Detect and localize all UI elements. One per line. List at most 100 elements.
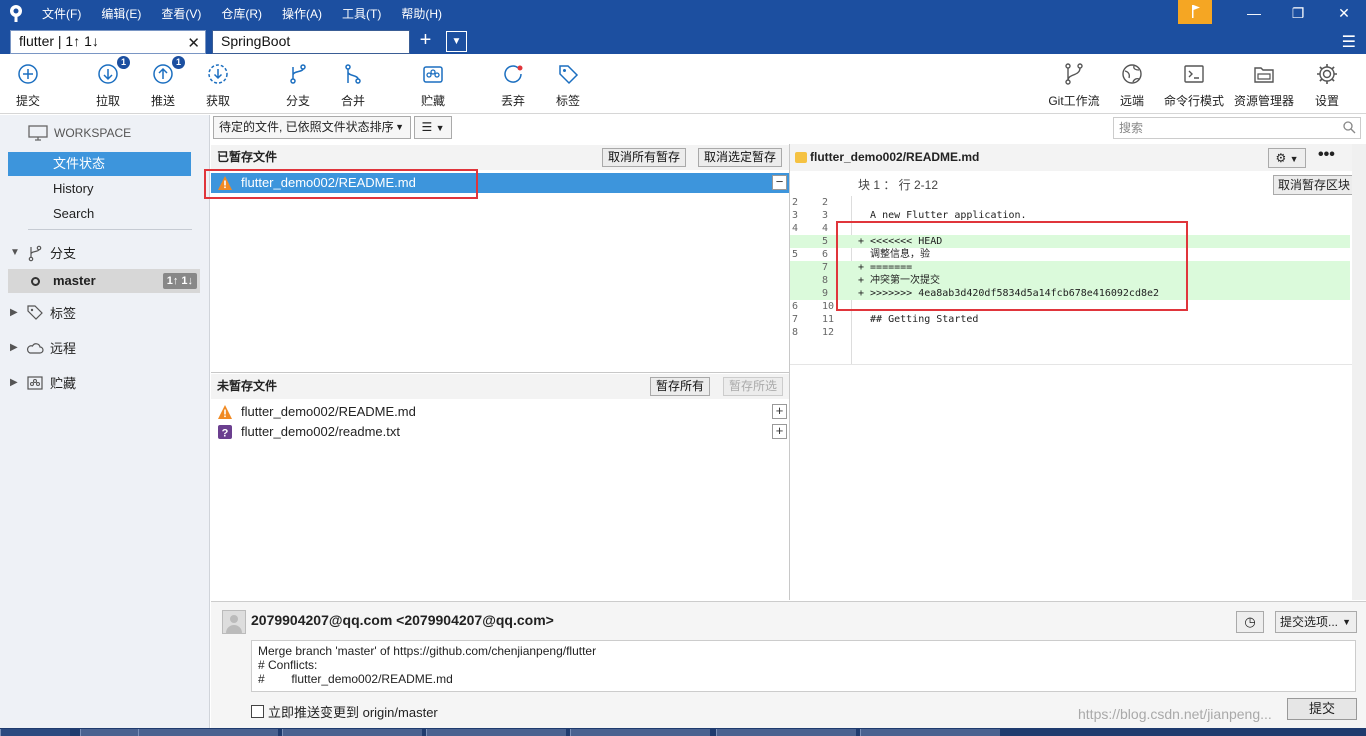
avatar [222, 610, 246, 634]
sidebar-item-search[interactable]: Search [8, 202, 191, 226]
menu-edit[interactable]: 编辑(E) [101, 5, 141, 22]
taskbar-item[interactable] [138, 729, 278, 736]
tab-springboot[interactable]: SpringBoot [212, 30, 410, 54]
unstage-selected-button[interactable]: 取消选定暂存 [698, 148, 783, 167]
hamburger-menu-icon[interactable]: ☰ [1342, 32, 1356, 52]
diff-context-line[interactable]: 5 6 调整信息，验 [790, 248, 1350, 261]
diff-line-text: + >>>>>>> 4ea8ab3d420df5834d5a14fcb678e4… [858, 288, 1160, 299]
menu-help[interactable]: 帮助(H) [401, 5, 442, 22]
commit-author: 2079904207@qq.com <2079904207@qq.com> [251, 612, 554, 628]
minimize-button[interactable]: — [1232, 0, 1276, 26]
old-line-number: 5 [792, 249, 799, 260]
gitflow-button[interactable]: Git工作流 [1042, 62, 1106, 109]
menu-view[interactable]: 查看(V) [161, 5, 201, 22]
remote-button[interactable]: 远端 [1102, 62, 1162, 109]
stage-all-button[interactable]: 暂存所有 [650, 377, 711, 396]
filter-value: 待定的文件, 已依照文件状态排序 [219, 120, 394, 134]
unstage-hunk-button[interactable]: 取消暂存区块 [1273, 175, 1356, 195]
chevron-down-icon: ▼ [1342, 617, 1351, 627]
sidebar-section-branches[interactable]: ▼ 分支 [10, 243, 76, 262]
submit-commit-button[interactable]: 提交 [1287, 698, 1357, 720]
settings-label: 设置 [1314, 94, 1339, 108]
tab-flutter[interactable]: flutter | 1↑ 1↓ ✕ [10, 30, 206, 54]
diff-context-line[interactable]: 6 10 [790, 300, 1350, 313]
diff-scrollbar[interactable] [1352, 144, 1366, 600]
taskbar-item[interactable] [860, 729, 1000, 736]
maximize-button[interactable]: ❐ [1276, 0, 1320, 26]
unstage-all-button[interactable]: 取消所有暂存 [602, 148, 687, 167]
diff-context-line[interactable]: 8 12 [790, 326, 1350, 339]
stage-selected-button[interactable]: 暂存所选 [723, 377, 784, 396]
stage-file-button[interactable]: + [772, 404, 787, 419]
new-tab-button[interactable]: + [415, 30, 436, 52]
terminal-button[interactable]: 命令行模式 [1160, 62, 1228, 109]
discard-button[interactable]: 丢弃 [483, 62, 543, 109]
tab-dropdown-button[interactable]: ▼ [446, 31, 467, 52]
sidebar-section-tags[interactable]: ▶ 标签 [10, 303, 76, 322]
branch-item-master[interactable]: master 1↑ 1↓ [8, 269, 200, 293]
commit-options-dropdown[interactable]: 提交选项... ▼ [1275, 611, 1357, 633]
diff-context-line[interactable]: 7 11 ## Getting Started [790, 313, 1350, 326]
settings-button[interactable]: 设置 [1297, 62, 1357, 109]
explorer-label: 资源管理器 [1233, 94, 1294, 108]
close-window-button[interactable]: ✕ [1322, 0, 1366, 26]
sidebar-item-file-status[interactable]: 文件状态 [8, 152, 191, 176]
staged-header: 已暂存文件 取消所有暂存 取消选定暂存 [211, 145, 789, 170]
unstaged-title: 未暂存文件 [217, 379, 278, 393]
diff-added-line[interactable]: 8 + 冲突第一次提交 [790, 274, 1350, 287]
merge-button[interactable]: 合并 [323, 62, 383, 109]
file-name: flutter_demo002/README.md [241, 404, 416, 419]
more-options-icon[interactable]: ••• [1318, 146, 1335, 164]
diff-added-line[interactable]: 9 + >>>>>>> 4ea8ab3d420df5834d5a14fcb678e… [790, 287, 1350, 300]
view-mode-dropdown[interactable]: ☰ ▼ [414, 116, 452, 139]
stage-file-button[interactable]: + [772, 424, 787, 439]
sidebar-item-history[interactable]: History [8, 177, 191, 201]
close-tab-icon[interactable]: ✕ [187, 34, 200, 52]
diff-added-line[interactable]: 7 + ======= [790, 261, 1350, 274]
push-immediately-checkbox[interactable]: 立即推送变更到 origin/master [251, 702, 438, 721]
fetch-button[interactable]: 获取 [188, 62, 248, 109]
push-button[interactable]: 1 推送 [133, 56, 193, 109]
explorer-button[interactable]: 资源管理器 [1230, 62, 1298, 109]
unstaged-file-row[interactable]: ? flutter_demo002/readme.txt + [211, 422, 789, 442]
menu-file[interactable]: 文件(F) [42, 5, 81, 22]
commit-message-input[interactable]: Merge branch 'master' of https://github.… [251, 640, 1356, 692]
commit-history-button[interactable]: ◷ [1236, 611, 1264, 633]
menu-tools[interactable]: 工具(T) [342, 5, 381, 22]
sidebar-section-stashes[interactable]: ▶ 贮藏 [10, 373, 76, 392]
commit-options-label: 提交选项... [1280, 615, 1339, 629]
tag-button[interactable]: 标签 [538, 62, 598, 109]
taskbar-item[interactable] [426, 729, 566, 736]
taskbar-item[interactable] [282, 729, 422, 736]
search-icon [1343, 121, 1356, 134]
tab-bar: flutter | 1↑ 1↓ ✕ SpringBoot + ▼ ☰ [0, 26, 1366, 54]
unstage-file-button[interactable]: − [772, 175, 787, 190]
search-input[interactable]: 搜索 [1113, 117, 1361, 139]
menu-actions[interactable]: 操作(A) [282, 5, 322, 22]
taskbar-item[interactable] [716, 729, 856, 736]
branch-button[interactable]: 分支 [268, 62, 328, 109]
unstaged-file-row[interactable]: flutter_demo002/README.md + [211, 402, 789, 422]
diff-options-button[interactable]: ⚙ ▼ [1268, 148, 1306, 168]
notification-flag-button[interactable] [1178, 0, 1212, 24]
menu-repository[interactable]: 仓库(R) [221, 5, 262, 22]
old-line-number: 8 [792, 327, 799, 338]
flag-icon [1192, 5, 1200, 18]
pull-label: 拉取 [95, 94, 120, 108]
file-filter-dropdown[interactable]: 待定的文件, 已依照文件状态排序 ▼ [213, 116, 411, 139]
workspace-label: WORKSPACE [54, 126, 132, 140]
branch-icon [28, 245, 42, 261]
staged-file-row[interactable]: flutter_demo002/README.md − [211, 173, 789, 193]
push-badge: 1 [171, 56, 185, 69]
checkbox[interactable] [251, 705, 264, 718]
commit-button[interactable]: 提交 [0, 62, 58, 109]
diff-context-line[interactable]: 44 [790, 222, 1350, 235]
pull-button[interactable]: 1 拉取 [78, 56, 138, 109]
taskbar-start[interactable] [0, 729, 70, 736]
diff-context-line[interactable]: 22 [790, 196, 1350, 209]
sidebar-section-remotes[interactable]: ▶ 远程 [10, 338, 76, 357]
diff-context-line[interactable]: 3 3 A new Flutter application. [790, 209, 1350, 222]
taskbar-item[interactable] [570, 729, 710, 736]
diff-added-line[interactable]: 5 + <<<<<<< HEAD [790, 235, 1350, 248]
stash-button[interactable]: 贮藏 [403, 62, 463, 109]
